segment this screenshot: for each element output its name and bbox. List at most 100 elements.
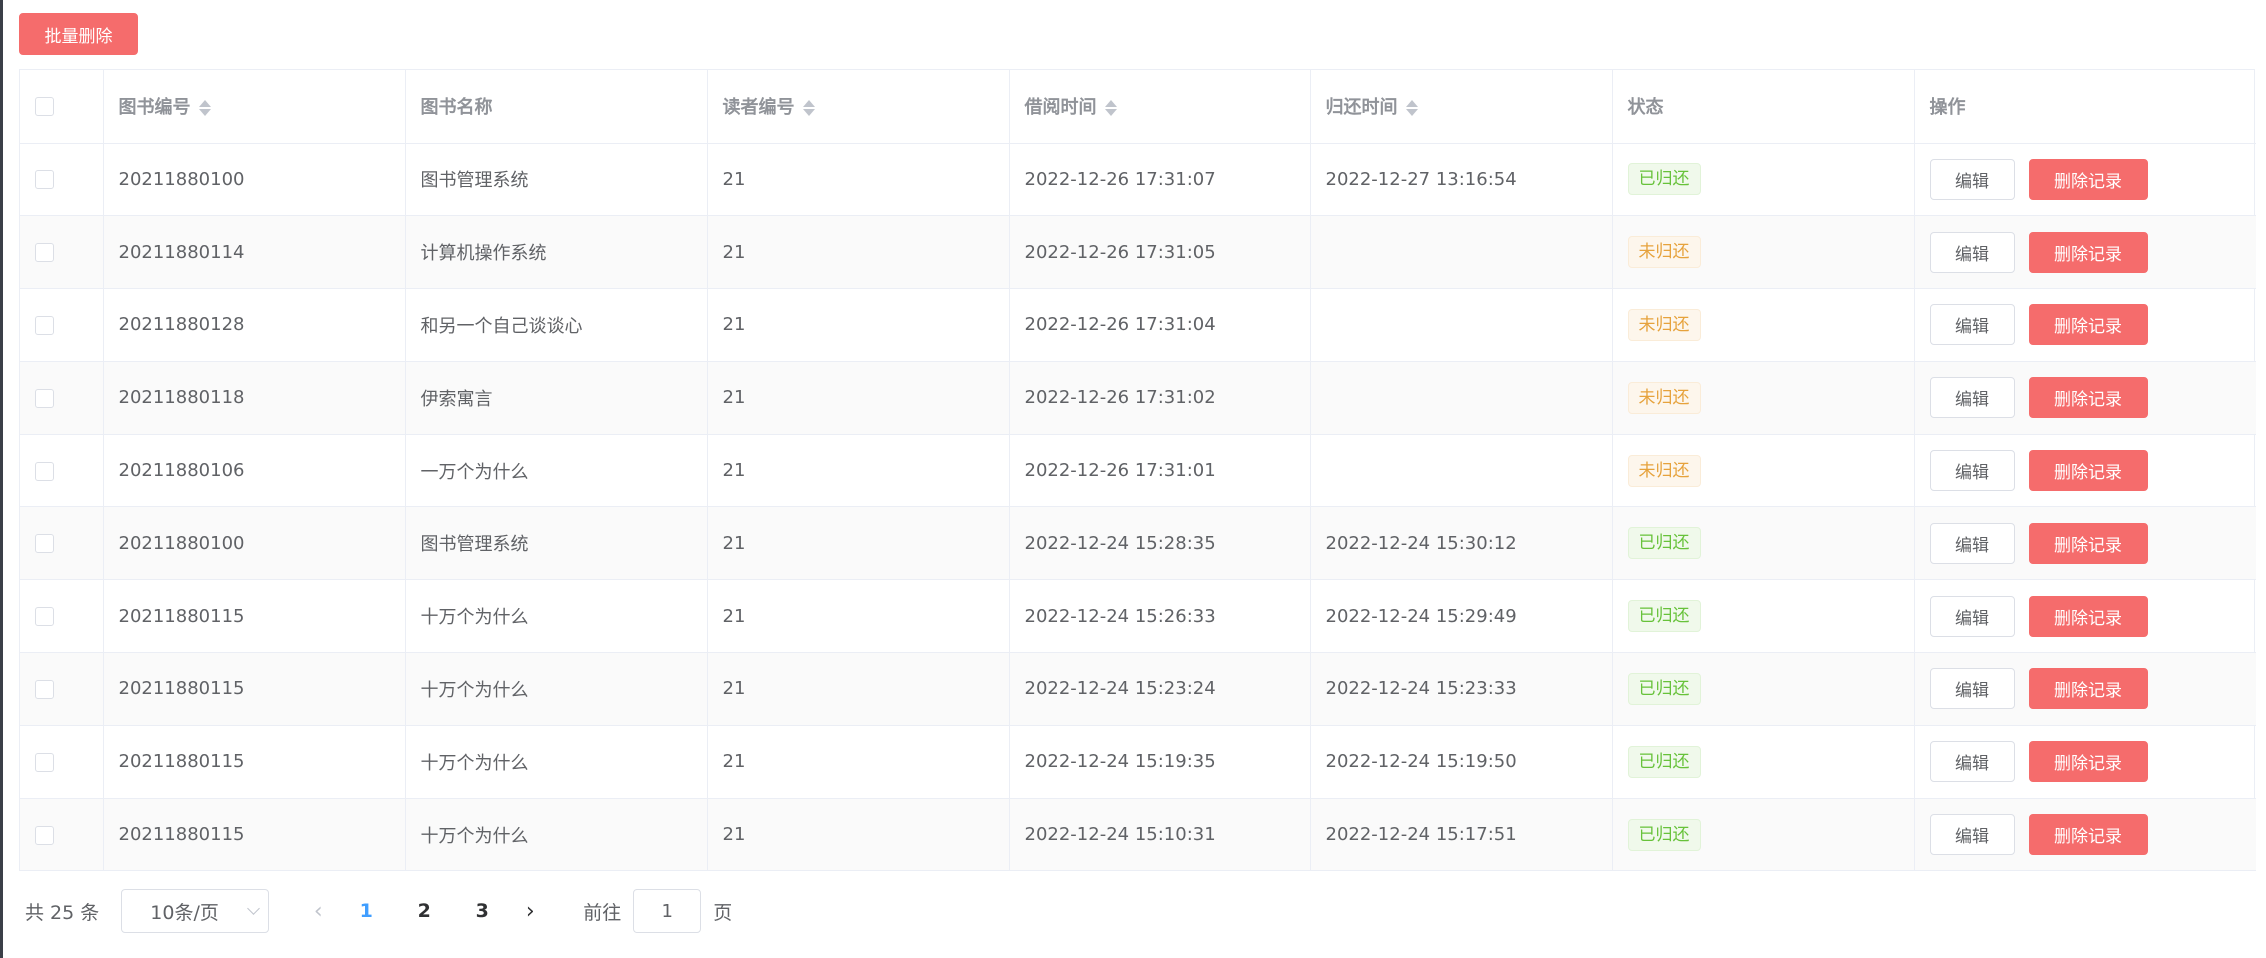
table-row: 20211880115 十万个为什么 21 2022-12-24 15:10:31 20… (20, 798, 2256, 872)
pagination: 共 25 条 10条/页 ‹ 1 2 3 › 前往 页 (25, 888, 732, 934)
table-row: 20211880106 一万个为什么 21 2022-12-26 17:31:01 未归… (20, 434, 2256, 508)
cell-return-time (1310, 361, 1613, 435)
page-number-2[interactable]: 2 (404, 889, 444, 933)
status-badge: 已归还 (1627, 745, 1701, 778)
delete-record-button[interactable]: 删除记录 (2028, 450, 2148, 492)
row-checkbox[interactable] (35, 388, 54, 408)
edit-button[interactable]: 编辑 (1929, 304, 2015, 346)
header-return-time[interactable]: 归还时间 (1310, 70, 1613, 144)
table-row: 20211880100 图书管理系统 21 2022-12-26 17:31:07 20… (20, 143, 2256, 217)
delete-record-button[interactable]: 删除记录 (2028, 668, 2148, 710)
row-checkbox[interactable] (35, 825, 54, 845)
chevron-left-icon: ‹ (313, 898, 323, 924)
cell-borrow-time: 2022-12-26 17:31:01 (1009, 434, 1311, 508)
header-book-name: 图书名称 (405, 70, 708, 144)
cell-actions: 编辑 删除记录 (1914, 652, 2256, 726)
sort-icon[interactable] (802, 98, 815, 118)
cell-return-time: 2022-12-24 15:19:50 (1310, 725, 1613, 799)
cell-return-time: 2022-12-24 15:30:12 (1310, 506, 1613, 581)
chevron-right-icon: › (525, 898, 535, 924)
row-checkbox[interactable] (35, 752, 54, 772)
cell-reader-id: 21 (707, 506, 1010, 581)
chevron-down-icon (247, 902, 261, 915)
prev-page-button[interactable]: ‹ (299, 889, 337, 933)
status-badge: 未归还 (1627, 236, 1701, 269)
cell-return-time (1310, 288, 1613, 362)
cell-borrow-time: 2022-12-26 17:31:02 (1009, 361, 1311, 435)
cell-borrow-time: 2022-12-24 15:23:24 (1009, 652, 1311, 726)
edit-button[interactable]: 编辑 (1929, 450, 2015, 492)
edit-button[interactable]: 编辑 (1929, 231, 2015, 273)
row-checkbox[interactable] (35, 315, 54, 335)
page-number-1[interactable]: 1 (346, 889, 386, 933)
row-actions: 编辑 删除记录 (1929, 231, 2257, 273)
goto-page-input[interactable] (633, 889, 702, 933)
page-number-3[interactable]: 3 (462, 889, 502, 933)
cell-borrow-time: 2022-12-26 17:31:07 (1009, 143, 1311, 217)
select-all-cell (20, 70, 104, 144)
cell-book-id: 20211880128 (103, 288, 406, 362)
cell-reader-id: 21 (707, 143, 1010, 217)
status-badge: 已归还 (1627, 163, 1701, 196)
delete-record-button[interactable]: 删除记录 (2028, 814, 2148, 856)
edit-button[interactable]: 编辑 (1929, 741, 2015, 783)
cell-status: 已归还 (1612, 506, 1915, 581)
row-checkbox[interactable] (35, 679, 54, 699)
cell-actions: 编辑 删除记录 (1914, 725, 2256, 799)
edit-button[interactable]: 编辑 (1929, 158, 2015, 200)
row-select-cell (20, 288, 104, 362)
row-actions: 编辑 删除记录 (1929, 522, 2257, 564)
row-actions: 编辑 删除记录 (1929, 304, 2257, 346)
row-checkbox[interactable] (35, 461, 54, 481)
cell-book-name: 十万个为什么 (405, 725, 708, 799)
delete-record-button[interactable]: 删除记录 (2028, 377, 2148, 419)
cell-reader-id: 21 (707, 434, 1010, 508)
row-checkbox[interactable] (35, 534, 54, 554)
select-all-checkbox[interactable] (35, 97, 54, 117)
edit-button[interactable]: 编辑 (1929, 814, 2015, 856)
cell-status: 未归还 (1612, 288, 1915, 362)
next-page-button[interactable]: › (511, 889, 549, 933)
edit-button[interactable]: 编辑 (1929, 668, 2015, 710)
sort-icon[interactable] (1405, 98, 1418, 118)
status-badge: 已归还 (1627, 672, 1701, 705)
header-reader-id[interactable]: 读者编号 (707, 70, 1010, 144)
table-row: 20211880100 图书管理系统 21 2022-12-24 15:28:35 20… (20, 506, 2257, 581)
row-actions: 编辑 删除记录 (1929, 595, 2257, 637)
cell-book-name: 图书管理系统 (405, 143, 708, 217)
delete-record-button[interactable]: 删除记录 (2028, 522, 2148, 564)
cell-actions: 编辑 删除记录 (1914, 361, 2257, 435)
row-checkbox[interactable] (35, 170, 54, 190)
delete-record-button[interactable]: 删除记录 (2028, 231, 2148, 273)
page-size-select[interactable]: 10条/页 (121, 889, 270, 933)
delete-record-button[interactable]: 删除记录 (2028, 304, 2148, 346)
sort-icon[interactable] (198, 98, 211, 118)
cell-book-name: 一万个为什么 (405, 434, 708, 508)
cell-return-time: 2022-12-27 13:16:54 (1310, 143, 1613, 217)
delete-record-button[interactable]: 删除记录 (2028, 741, 2148, 783)
header-book-id[interactable]: 图书编号 (103, 70, 406, 144)
goto-label: 前往 (583, 901, 622, 924)
status-badge: 已归还 (1627, 818, 1701, 851)
row-actions: 编辑 删除记录 (1929, 377, 2257, 419)
delete-record-button[interactable]: 删除记录 (2028, 595, 2148, 637)
delete-record-button[interactable]: 删除记录 (2028, 158, 2148, 200)
cell-borrow-time: 2022-12-24 15:10:31 (1009, 798, 1311, 872)
edit-button[interactable]: 编辑 (1929, 522, 2015, 564)
batch-delete-button[interactable]: 批量删除 (19, 13, 138, 55)
cell-book-name: 伊索寓言 (405, 361, 708, 435)
row-select-cell (20, 361, 104, 435)
table-row: 20211880118 伊索寓言 21 2022-12-26 17:31:02 未归还 编… (20, 361, 2257, 435)
edit-button[interactable]: 编辑 (1929, 377, 2015, 419)
sort-icon[interactable] (1104, 98, 1117, 118)
cell-reader-id: 21 (707, 725, 1010, 799)
cell-book-name: 计算机操作系统 (405, 215, 708, 290)
cell-actions: 编辑 删除记录 (1914, 506, 2257, 581)
cell-book-name: 十万个为什么 (405, 652, 708, 726)
edit-button[interactable]: 编辑 (1929, 595, 2015, 637)
header-borrow-time[interactable]: 借阅时间 (1009, 70, 1311, 144)
cell-status: 未归还 (1612, 434, 1915, 508)
row-select-cell (20, 143, 104, 217)
row-checkbox[interactable] (35, 243, 54, 263)
row-checkbox[interactable] (35, 607, 54, 627)
